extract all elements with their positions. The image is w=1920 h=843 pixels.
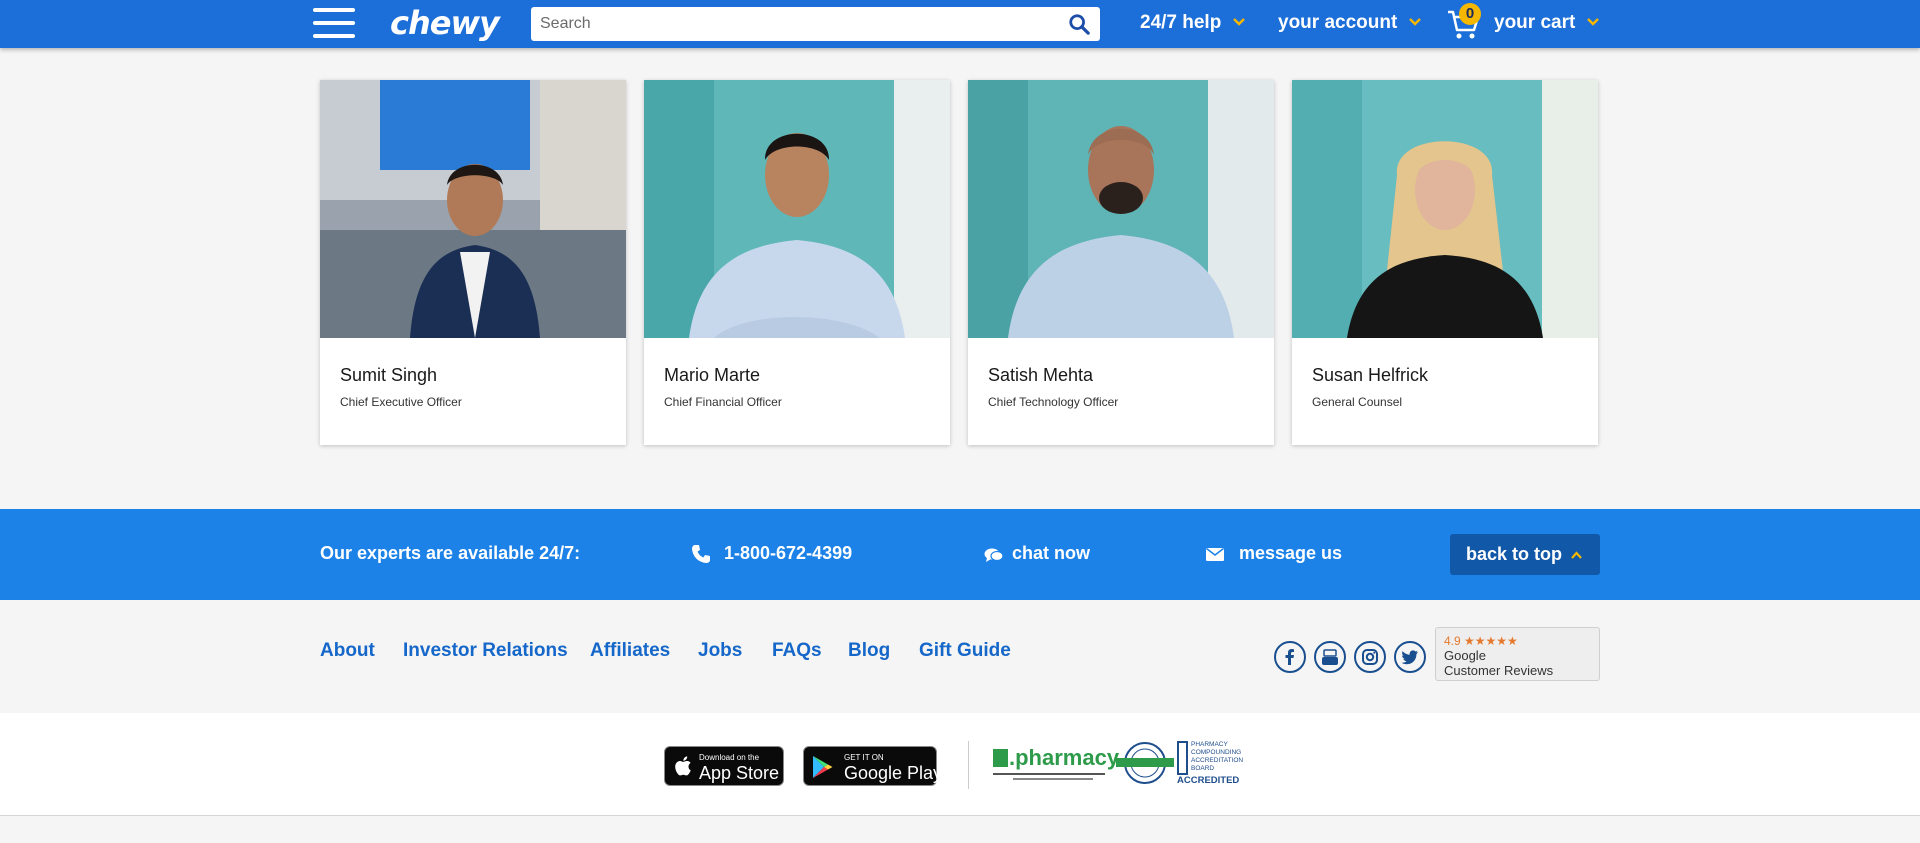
google-play-small-text: GET IT ON: [844, 753, 884, 762]
verified-seal-icon: [1116, 742, 1174, 784]
cart-count-badge: 0: [1459, 3, 1481, 25]
google-play-badge[interactable]: GET IT ON Google Play: [803, 746, 942, 786]
help-menu[interactable]: 24/7 help: [1140, 12, 1245, 34]
leader-card[interactable]: Sumit Singh Chief Executive Officer: [320, 80, 626, 445]
pcab-text: PHARMACY COMPOUNDING ACCREDITATION BOARD: [1191, 741, 1244, 772]
reviews-rating: 4.9 ★★★★★: [1444, 634, 1518, 648]
leader-title: Chief Financial Officer: [664, 395, 782, 409]
leader-card[interactable]: Satish Mehta Chief Technology Officer: [968, 80, 1274, 445]
chat-icon: [984, 548, 1004, 562]
search-icon[interactable]: [1068, 13, 1090, 35]
leader-card[interactable]: Mario Marte Chief Financial Officer: [644, 80, 950, 445]
leader-name: Mario Marte: [664, 365, 761, 385]
page: chewy 24/7 help your account 0 your cart: [0, 0, 1920, 843]
chevron-down-icon: [1408, 18, 1421, 26]
contact-band: Our experts are available 24/7: 1-800-67…: [0, 509, 1920, 600]
footer-link-affiliates[interactable]: Affiliates: [590, 640, 670, 662]
leader-photo: [320, 80, 626, 338]
pharmacy-badge-text: .pharmacy: [1009, 745, 1120, 770]
envelope-icon: [1206, 548, 1224, 561]
chewy-logo[interactable]: chewy: [390, 4, 500, 42]
reviews-source: Google: [1444, 648, 1486, 663]
app-store-badge[interactable]: Download on the App Store: [664, 746, 784, 786]
footer-link-jobs[interactable]: Jobs: [698, 640, 742, 662]
footer-link-faqs[interactable]: FAQs: [772, 640, 822, 662]
pharmacy-badge: .pharmacy: [993, 745, 1119, 785]
footer-link-blog[interactable]: Blog: [848, 640, 890, 662]
chevron-up-icon: [1571, 551, 1582, 559]
reviews-label: Customer Reviews: [1444, 663, 1554, 678]
footer-link-about[interactable]: About: [320, 640, 375, 662]
youtube-icon[interactable]: [1314, 641, 1346, 673]
search-box: [531, 7, 1100, 41]
account-label: your account: [1278, 12, 1398, 33]
search-input[interactable]: [531, 7, 1051, 41]
app-store-small-text: Download on the: [699, 753, 760, 762]
facebook-icon[interactable]: [1274, 641, 1306, 673]
leader-title: Chief Executive Officer: [340, 395, 462, 409]
cart-menu[interactable]: your cart: [1494, 12, 1599, 34]
pcab-badge: PHARMACY COMPOUNDING ACCREDITATION BOARD…: [1177, 741, 1245, 786]
leader-name: Satish Mehta: [988, 365, 1094, 385]
leader-photo: [1292, 80, 1598, 338]
phone-link[interactable]: 1-800-672-4399: [724, 543, 852, 564]
chevron-down-icon: [1586, 18, 1599, 26]
phone-icon: [692, 545, 710, 563]
back-to-top-button[interactable]: back to top: [1450, 534, 1600, 575]
experts-label: Our experts are available 24/7:: [320, 543, 581, 563]
site-header: chewy 24/7 help your account 0 your cart: [0, 0, 1920, 48]
badge-divider: [968, 741, 969, 789]
google-reviews-badge[interactable]: 4.9 ★★★★★ Google Customer Reviews: [1435, 627, 1600, 681]
leader-photo: [968, 80, 1274, 338]
google-play-icon: [813, 756, 833, 778]
help-label: 24/7 help: [1140, 12, 1222, 33]
leader-name: Sumit Singh: [340, 365, 438, 385]
footer-links-row: About Investor Relations Affiliates Jobs…: [0, 600, 1920, 713]
leader-title: General Counsel: [1312, 395, 1403, 409]
footer-link-gift-guide[interactable]: Gift Guide: [919, 640, 1011, 662]
footer-link-investor-relations[interactable]: Investor Relations: [403, 640, 568, 662]
chevron-down-icon: [1232, 18, 1245, 26]
back-to-top-label: back to top: [1466, 544, 1563, 564]
instagram-icon[interactable]: [1354, 641, 1386, 673]
cart-label: your cart: [1494, 12, 1576, 33]
menu-icon[interactable]: [313, 6, 355, 40]
pcab-accredited-text: ACCREDITED: [1177, 775, 1240, 786]
app-store-big-text: App Store: [699, 763, 780, 783]
message-us-link[interactable]: message us: [1239, 543, 1342, 564]
apple-icon: [675, 756, 691, 776]
leader-name: Susan Helfrick: [1312, 365, 1429, 385]
footer-badges: Download on the App Store GET IT ON Goog…: [0, 713, 1920, 816]
leader-title: Chief Technology Officer: [988, 395, 1119, 409]
account-menu[interactable]: your account: [1278, 12, 1421, 34]
google-play-big-text: Google Play: [844, 763, 943, 783]
leader-card[interactable]: Susan Helfrick General Counsel: [1292, 80, 1598, 445]
twitter-icon[interactable]: [1394, 641, 1426, 673]
leader-photo: [644, 80, 950, 338]
chat-now-link[interactable]: chat now: [1012, 543, 1090, 564]
